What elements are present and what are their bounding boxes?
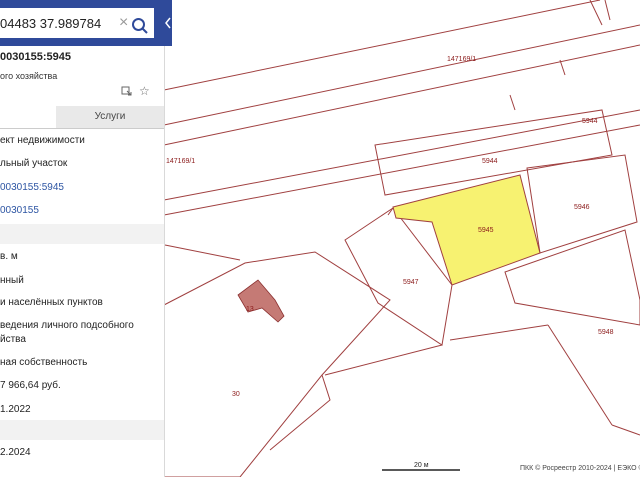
search-query: 04483 37.989784 [0,16,102,31]
info-row: 1.2022 [0,404,31,415]
parcel-boundary [589,0,603,26]
parcel-boundary [164,244,241,261]
info-row: ект недвижимости [0,135,85,146]
search-bar: 04483 37.989784 × [0,0,172,46]
chevron-left-icon[interactable] [164,14,172,32]
parcel-boundary [547,324,613,426]
info-row-empty [0,224,164,244]
info-row-empty [0,420,164,440]
map-attribution: ПКК © Росреестр 2010-2024 | ЕЭКО © [520,464,640,472]
search-icon[interactable] [131,17,149,35]
share-icon[interactable] [121,86,132,97]
tab-bar: Услуги [0,106,164,129]
parcel-boundary [611,424,640,436]
info-row: йства [0,334,26,345]
search-input[interactable]: 04483 37.989784 × [0,8,154,38]
info-row: в. м [0,251,18,262]
parcel-boundary [387,207,394,216]
parcel-label: 30 [232,391,240,398]
scale-label: 20 м [414,462,429,469]
parcel-boundary [604,0,611,21]
parcel-boundary [163,124,640,216]
info-row: нный [0,275,24,286]
parcel-boundary [559,59,566,76]
parcel-boundary [163,44,640,146]
parcel-boundary [509,94,516,111]
tab-info[interactable] [0,106,56,128]
info-panel: Услуги 0030155:5945 ого хозяйства ☆ ект … [0,0,165,477]
star-icon[interactable]: ☆ [139,85,150,97]
cadastral-number: 0030155:5945 [0,51,71,63]
info-row: ведения личного подсобного [0,320,134,331]
parcel-5945-selected[interactable] [392,174,541,286]
parcel-label: 5944 [582,118,598,125]
parcel-boundary [324,344,443,376]
close-icon[interactable]: × [119,15,128,31]
info-row: 7 966,64 руб. [0,380,61,391]
parcel-label: 5944 [482,158,498,165]
parcel-30[interactable] [163,251,391,477]
parcel-label: 5947 [403,279,419,286]
info-row: и населённых пунктов [0,297,103,308]
parcel-label: 147169/1 [447,56,476,63]
parcel-label: 13 [246,306,254,313]
parcel-boundary [163,0,601,91]
info-row: 2.2024 [0,447,31,458]
quarter-link[interactable]: 0030155 [0,205,164,216]
parcel-subtitle: ого хозяйства [0,71,58,81]
tab-services[interactable]: Услуги [56,106,164,128]
info-row: ная собственность [0,357,88,368]
parcel-boundary [449,324,549,341]
parcel-label: 5946 [574,204,590,211]
parcel-label: 147169/1 [166,158,195,165]
building[interactable] [237,279,285,323]
parcel-label: 5948 [598,329,614,336]
parcel-label: 5945 [478,227,494,234]
cadastral-number-link[interactable]: 0030155:5945 [0,182,164,193]
parcel-boundary [163,109,640,201]
parcel-boundary [269,374,331,451]
info-row: льный участок [0,158,68,169]
